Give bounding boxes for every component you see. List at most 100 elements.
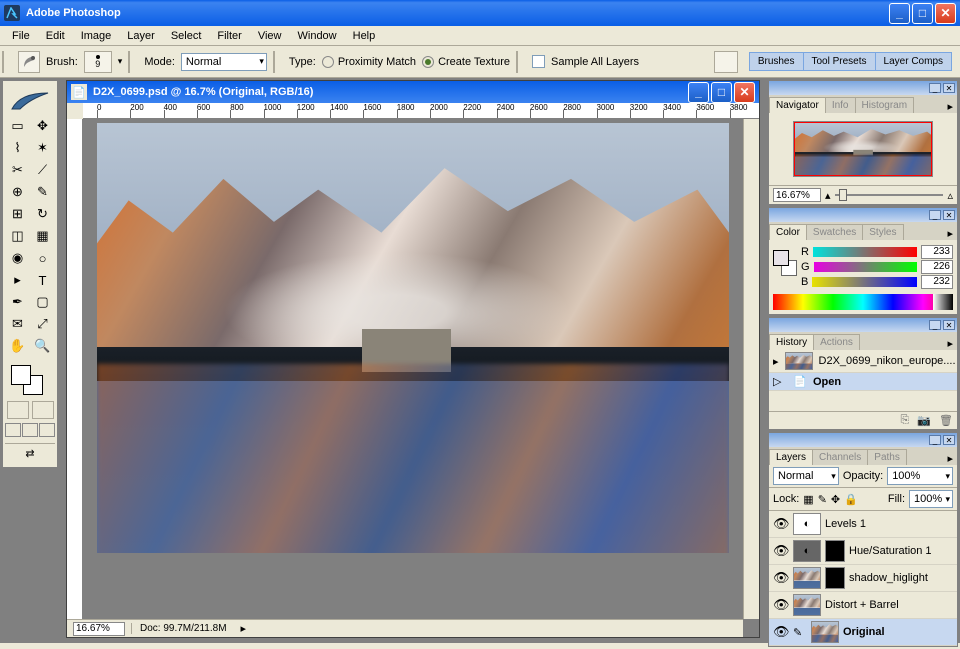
color-fg-bg[interactable] bbox=[773, 250, 795, 284]
menu-window[interactable]: Window bbox=[290, 28, 345, 44]
new-doc-icon[interactable]: ⎘ bbox=[901, 414, 910, 427]
menu-select[interactable]: Select bbox=[163, 28, 210, 44]
tool-marquee[interactable]: ▭ bbox=[5, 115, 30, 137]
color-ramp[interactable] bbox=[773, 294, 953, 310]
tool-shape[interactable]: ▢ bbox=[30, 291, 55, 313]
tab-channels[interactable]: Channels bbox=[812, 449, 868, 465]
visibility-icon[interactable]: 👁 bbox=[773, 543, 789, 559]
layer-thumb[interactable] bbox=[811, 621, 839, 643]
tool-zoom[interactable]: 🔍 bbox=[30, 335, 55, 357]
opacity-input[interactable]: 100% bbox=[887, 467, 953, 485]
radio-create-texture[interactable]: Create Texture bbox=[422, 56, 510, 68]
maximize-button[interactable]: □ bbox=[912, 3, 933, 24]
foreground-color[interactable] bbox=[11, 365, 31, 385]
ruler-origin[interactable] bbox=[67, 103, 83, 119]
lock-transparency-icon[interactable]: ▦ bbox=[803, 493, 813, 506]
lock-pixels-icon[interactable]: ✎ bbox=[818, 493, 827, 506]
r-value[interactable]: 233 bbox=[921, 245, 953, 259]
doc-minimize[interactable]: _ bbox=[688, 82, 709, 103]
scrollbar-vertical[interactable] bbox=[743, 119, 759, 619]
tool-stamp[interactable]: ⊞ bbox=[5, 203, 30, 225]
tool-blur[interactable]: ◉ bbox=[5, 247, 30, 269]
visibility-icon[interactable]: 👁 bbox=[773, 624, 789, 640]
layer-row[interactable]: 👁 Distort + Barrel bbox=[769, 592, 957, 619]
mode-select[interactable]: Normal bbox=[181, 53, 267, 71]
nav-zoom-input[interactable] bbox=[773, 188, 821, 202]
layer-row[interactable]: 👁 ◐ Levels 1 bbox=[769, 511, 957, 538]
layer-row[interactable]: 👁 ◐ Hue/Saturation 1 bbox=[769, 538, 957, 565]
brush-preset[interactable]: 9 bbox=[84, 51, 112, 73]
tool-lasso[interactable]: ⌇ bbox=[5, 137, 30, 159]
visibility-icon[interactable]: 👁 bbox=[773, 570, 789, 586]
panel-close[interactable]: ✕ bbox=[943, 320, 955, 330]
menu-layer[interactable]: Layer bbox=[119, 28, 163, 44]
layer-name[interactable]: Hue/Saturation 1 bbox=[849, 545, 932, 557]
g-value[interactable]: 226 bbox=[921, 260, 953, 274]
visibility-icon[interactable]: 👁 bbox=[773, 516, 789, 532]
tool-eraser[interactable]: ◫ bbox=[5, 225, 30, 247]
new-snapshot-icon[interactable]: 📷 bbox=[917, 414, 931, 427]
menu-view[interactable]: View bbox=[250, 28, 290, 44]
panel-minimize[interactable]: _ bbox=[929, 210, 941, 220]
panel-close[interactable]: ✕ bbox=[943, 210, 955, 220]
tab-actions[interactable]: Actions bbox=[813, 334, 860, 350]
layer-thumb[interactable] bbox=[793, 594, 821, 616]
well-tab-layer-comps[interactable]: Layer Comps bbox=[875, 52, 952, 71]
layer-row[interactable]: 👁 ✎ Original bbox=[769, 619, 957, 646]
canvas-area[interactable] bbox=[83, 119, 743, 619]
panel-menu[interactable]: ▸ bbox=[943, 227, 957, 240]
panel-minimize[interactable]: _ bbox=[929, 83, 941, 93]
fill-input[interactable]: 100% bbox=[909, 490, 953, 508]
layer-name[interactable]: Distort + Barrel bbox=[825, 599, 899, 611]
ruler-horizontal[interactable]: 0200400600800100012001400160018002000220… bbox=[83, 103, 759, 119]
r-slider[interactable] bbox=[813, 247, 917, 257]
trash-icon[interactable]: 🗑 bbox=[939, 414, 953, 427]
visibility-icon[interactable]: 👁 bbox=[773, 597, 789, 613]
tool-brush[interactable]: ✎ bbox=[30, 181, 55, 203]
tool-pen[interactable]: ✒ bbox=[5, 291, 30, 313]
history-snapshot[interactable]: ▸ D2X_0699_nikon_europe.... bbox=[769, 350, 957, 373]
menu-file[interactable]: File bbox=[4, 28, 38, 44]
tab-navigator[interactable]: Navigator bbox=[769, 97, 826, 113]
well-tab-tool-presets[interactable]: Tool Presets bbox=[803, 52, 876, 71]
current-tool-icon[interactable] bbox=[18, 51, 40, 73]
layer-thumb[interactable]: ◐ bbox=[793, 540, 821, 562]
tab-layers[interactable]: Layers bbox=[769, 449, 813, 465]
layer-row[interactable]: 👁 shadow_higlight bbox=[769, 565, 957, 592]
radio-proximity[interactable]: Proximity Match bbox=[322, 56, 416, 68]
panel-close[interactable]: ✕ bbox=[943, 83, 955, 93]
history-step[interactable]: ▷ 📄 Open bbox=[769, 373, 957, 391]
tool-crop[interactable]: ✂ bbox=[5, 159, 30, 181]
tab-history[interactable]: History bbox=[769, 334, 814, 350]
panel-minimize[interactable]: _ bbox=[929, 435, 941, 445]
tool-dodge[interactable]: ○ bbox=[30, 247, 55, 269]
toggle-palettes-icon[interactable] bbox=[714, 51, 738, 73]
color-swatches[interactable] bbox=[5, 363, 55, 397]
ruler-vertical[interactable] bbox=[67, 119, 83, 619]
blend-mode-select[interactable]: Normal bbox=[773, 467, 839, 485]
navigator-thumbnail[interactable] bbox=[793, 121, 933, 177]
tool-slice[interactable]: ⟋ bbox=[30, 159, 55, 181]
tab-paths[interactable]: Paths bbox=[867, 449, 907, 465]
lock-all-icon[interactable]: 🔒 bbox=[844, 493, 858, 506]
zoom-out-icon[interactable]: ▴ bbox=[825, 189, 831, 202]
quick-mask-toggle[interactable] bbox=[5, 401, 55, 419]
panel-close[interactable]: ✕ bbox=[943, 435, 955, 445]
menu-filter[interactable]: Filter bbox=[209, 28, 249, 44]
tab-styles[interactable]: Styles bbox=[862, 224, 903, 240]
layer-thumb[interactable]: ◐ bbox=[793, 513, 821, 535]
layer-name[interactable]: shadow_higlight bbox=[849, 572, 928, 584]
mask-thumb[interactable] bbox=[825, 567, 845, 589]
menu-image[interactable]: Image bbox=[73, 28, 120, 44]
mask-thumb[interactable] bbox=[825, 540, 845, 562]
well-tab-brushes[interactable]: Brushes bbox=[749, 52, 804, 71]
close-button[interactable]: ✕ bbox=[935, 3, 956, 24]
checkbox-sample-all[interactable] bbox=[532, 55, 545, 68]
tab-swatches[interactable]: Swatches bbox=[806, 224, 863, 240]
panel-menu[interactable]: ▸ bbox=[943, 337, 957, 350]
b-value[interactable]: 232 bbox=[921, 275, 953, 289]
tab-color[interactable]: Color bbox=[769, 224, 807, 240]
panel-minimize[interactable]: _ bbox=[929, 320, 941, 330]
b-slider[interactable] bbox=[812, 277, 917, 287]
doc-close[interactable]: ✕ bbox=[734, 82, 755, 103]
